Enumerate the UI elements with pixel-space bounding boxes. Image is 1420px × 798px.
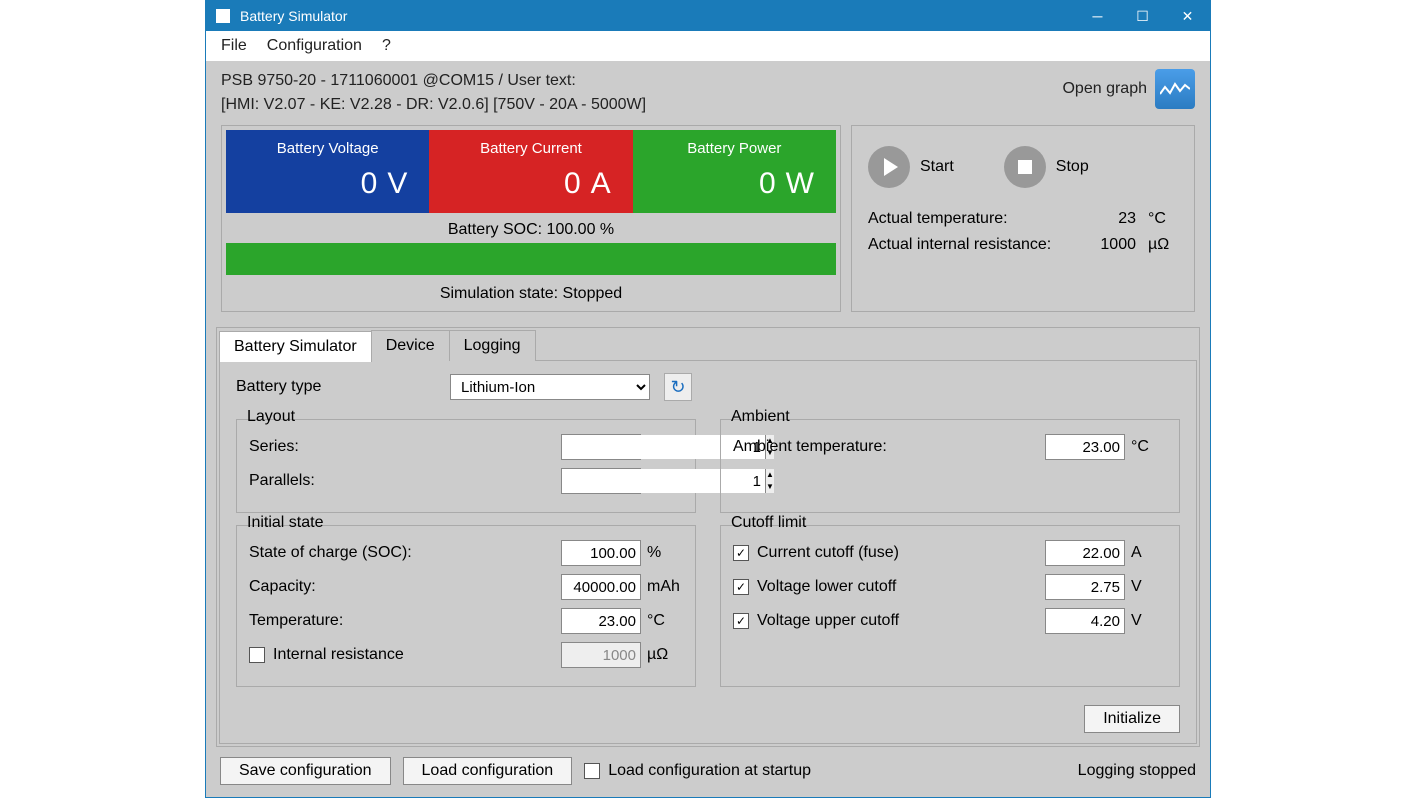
- play-icon: [868, 146, 910, 188]
- voltage-meter: Battery Voltage 0V: [226, 130, 429, 213]
- battery-type-select[interactable]: Lithium-Ion: [450, 374, 650, 400]
- actual-resistance-label: Actual internal resistance:: [868, 236, 1051, 254]
- tabs-container: Battery Simulator Device Logging Battery…: [216, 327, 1200, 747]
- tab-battery-simulator[interactable]: Battery Simulator: [219, 331, 372, 362]
- logging-status: Logging stopped: [1078, 762, 1196, 780]
- voltage-lower-checkbox[interactable]: ✓: [733, 579, 749, 595]
- capacity-input[interactable]: [561, 574, 641, 600]
- load-at-startup-checkbox[interactable]: [584, 763, 600, 779]
- voltage-upper-checkbox[interactable]: ✓: [733, 613, 749, 629]
- info-row: PSB 9750-20 - 1711060001 @COM15 / User t…: [206, 61, 1210, 125]
- initial-state-fieldset: Initial state State of charge (SOC): % C…: [236, 525, 696, 687]
- tab-content: Battery type Lithium-Ion ↻ Layout Series…: [219, 360, 1197, 744]
- window-title: Battery Simulator: [240, 8, 347, 24]
- voltage-upper-label: Voltage upper cutoff: [757, 612, 899, 630]
- close-button[interactable]: ✕: [1165, 1, 1210, 31]
- internal-resistance-input: [561, 642, 641, 668]
- menu-configuration[interactable]: Configuration: [267, 37, 362, 55]
- save-configuration-button[interactable]: Save configuration: [220, 757, 391, 785]
- voltage-upper-input[interactable]: [1045, 608, 1125, 634]
- open-graph-button[interactable]: Open graph: [1062, 69, 1195, 109]
- graph-icon: [1155, 69, 1195, 109]
- parallels-stepper[interactable]: ▲▼: [561, 468, 641, 494]
- load-configuration-button[interactable]: Load configuration: [403, 757, 573, 785]
- series-stepper[interactable]: ▲▼: [561, 434, 641, 460]
- menu-help[interactable]: ?: [382, 37, 391, 55]
- readings-block: Battery Voltage 0V Battery Current 0A Ba…: [221, 125, 841, 312]
- temperature-label: Temperature:: [249, 612, 561, 630]
- soc-label: Battery SOC: 100.00 %: [226, 221, 836, 239]
- cutoff-fieldset: Cutoff limit ✓ Current cutoff (fuse) A: [720, 525, 1180, 687]
- device-info-line2: [HMI: V2.07 - KE: V2.28 - DR: V2.0.6] [7…: [221, 93, 646, 117]
- tab-logging[interactable]: Logging: [449, 330, 536, 361]
- soc-bar: [226, 243, 836, 275]
- simulation-state: Simulation state: Stopped: [226, 285, 836, 307]
- capacity-label: Capacity:: [249, 578, 561, 596]
- soc-field-label: State of charge (SOC):: [249, 544, 561, 562]
- refresh-icon[interactable]: ↻: [664, 373, 692, 401]
- device-info-line1: PSB 9750-20 - 1711060001 @COM15 / User t…: [221, 69, 646, 93]
- internal-resistance-label: Internal resistance: [273, 646, 404, 664]
- stop-button[interactable]: Stop: [1004, 146, 1089, 188]
- maximize-button[interactable]: ☐: [1120, 1, 1165, 31]
- tab-device[interactable]: Device: [371, 330, 450, 361]
- menubar: File Configuration ?: [206, 31, 1210, 61]
- voltage-lower-label: Voltage lower cutoff: [757, 578, 896, 596]
- series-label: Series:: [249, 438, 561, 456]
- battery-simulator-window: Battery Simulator ─ ☐ ✕ File Configurati…: [205, 0, 1211, 798]
- open-graph-label: Open graph: [1062, 80, 1147, 98]
- footer: Save configuration Load configuration Lo…: [206, 747, 1210, 797]
- app-icon: [216, 9, 230, 23]
- ambient-temp-label: Ambient temperature:: [733, 438, 1045, 456]
- parallels-label: Parallels:: [249, 472, 561, 490]
- layout-fieldset: Layout Series: ▲▼ Parallels:: [236, 419, 696, 513]
- control-block: Start Stop Actual temperature: 23°C Actu…: [851, 125, 1195, 312]
- current-meter: Battery Current 0A: [429, 130, 632, 213]
- power-meter: Battery Power 0W: [633, 130, 836, 213]
- ambient-temp-input[interactable]: [1045, 434, 1125, 460]
- menu-file[interactable]: File: [221, 37, 247, 55]
- load-at-startup-label: Load configuration at startup: [608, 762, 811, 780]
- voltage-lower-input[interactable]: [1045, 574, 1125, 600]
- start-button[interactable]: Start: [868, 146, 954, 188]
- minimize-button[interactable]: ─: [1075, 1, 1120, 31]
- battery-type-label: Battery type: [236, 378, 436, 396]
- internal-resistance-checkbox[interactable]: [249, 647, 265, 663]
- actual-resistance-value: 1000: [1100, 236, 1136, 254]
- current-cutoff-label: Current cutoff (fuse): [757, 544, 899, 562]
- current-cutoff-input[interactable]: [1045, 540, 1125, 566]
- stop-icon: [1004, 146, 1046, 188]
- soc-input[interactable]: [561, 540, 641, 566]
- ambient-fieldset: Ambient Ambient temperature: °C: [720, 419, 1180, 513]
- actual-temperature-label: Actual temperature:: [868, 210, 1008, 228]
- initialize-button[interactable]: Initialize: [1084, 705, 1180, 733]
- temperature-input[interactable]: [561, 608, 641, 634]
- current-cutoff-checkbox[interactable]: ✓: [733, 545, 749, 561]
- actual-temperature-value: 23: [1118, 210, 1136, 228]
- titlebar: Battery Simulator ─ ☐ ✕: [206, 1, 1210, 31]
